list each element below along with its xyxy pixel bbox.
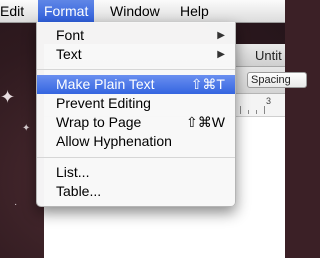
menu-item-wrap-to-page[interactable]: Wrap to Page ⇧⌘W: [37, 113, 235, 132]
menu-item-label: Table...: [56, 183, 102, 199]
menu-item-prevent-editing[interactable]: Prevent Editing: [37, 94, 235, 113]
ruler-tick: [240, 106, 241, 114]
menu-item-table[interactable]: Table...: [37, 182, 235, 201]
menu-item-font[interactable]: Font ▶: [37, 26, 235, 45]
ruler-mark: 3: [266, 96, 272, 106]
menu-help[interactable]: Help: [174, 0, 215, 22]
chevron-right-icon: ▶: [217, 30, 225, 41]
format-menu: Font ▶ Text ▶ Make Plain Text ⇧⌘T Preven…: [36, 22, 236, 207]
menu-item-shortcut: ⇧⌘W: [186, 114, 225, 130]
menu-separator: [37, 69, 235, 70]
menu-item-make-plain-text[interactable]: Make Plain Text ⇧⌘T: [37, 75, 235, 94]
menu-item-list[interactable]: List...: [37, 163, 235, 182]
menu-item-text[interactable]: Text ▶: [37, 45, 235, 64]
menu-item-allow-hyphenation[interactable]: Allow Hyphenation: [37, 132, 235, 151]
menu-item-label: Wrap to Page: [56, 114, 142, 130]
ruler-tick: [248, 110, 249, 114]
sparkle-icon: ✦: [0, 87, 16, 107]
ruler-tick: [264, 106, 265, 114]
document-title: Untit: [255, 48, 282, 63]
menu-item-label: Prevent Editing: [56, 95, 151, 111]
menu-separator: [37, 157, 235, 158]
spacing-button[interactable]: Spacing: [247, 72, 307, 88]
chevron-right-icon: ▶: [217, 49, 225, 60]
menu-item-shortcut: ⇧⌘T: [190, 76, 225, 92]
sparkle-icon: ✦: [22, 123, 31, 134]
menu-window[interactable]: Window: [104, 0, 166, 22]
menu-item-label: List...: [56, 164, 90, 180]
ruler-tick: [256, 110, 257, 114]
sparkle-icon: ·: [14, 199, 18, 210]
menu-item-label: Text: [56, 46, 82, 62]
menu-item-label: Font: [56, 27, 85, 43]
menu-bar: Edit Format Window Help: [0, 0, 285, 23]
menu-format[interactable]: Format: [38, 0, 95, 22]
menu-edit[interactable]: Edit: [0, 0, 30, 22]
menu-item-label: Make Plain Text: [56, 76, 155, 92]
menu-item-label: Allow Hyphenation: [56, 133, 172, 149]
